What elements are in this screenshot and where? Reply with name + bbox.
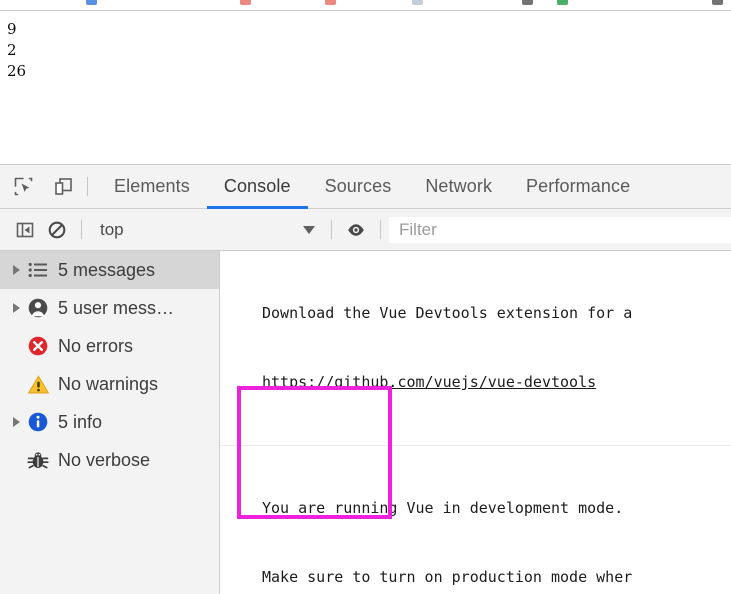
console-message-vue-devtools[interactable]: Download the Vue Devtools extension for … <box>220 251 731 446</box>
console-toolbar-divider <box>81 220 82 239</box>
sidebar-item-label: 5 info <box>58 411 103 432</box>
sidebar-item-label: No verbose <box>58 449 151 470</box>
browser-chrome-cut-strip <box>0 0 731 11</box>
sidebar-item-errors[interactable]: No errors <box>0 327 219 365</box>
page-output-line: 26 <box>7 62 27 80</box>
sidebar-item-label: 5 user mess… <box>58 297 175 318</box>
tab-elements[interactable]: Elements <box>97 165 207 208</box>
console-toolbar-divider-2 <box>331 220 332 239</box>
console-message-list: Download the Vue Devtools extension for … <box>220 251 731 594</box>
page-output-line: 2 <box>7 41 17 59</box>
tab-label: Elements <box>114 176 190 196</box>
console-toolbar-divider-3 <box>380 220 381 239</box>
console-message-vue-dev-mode[interactable]: You are running Vue in development mode.… <box>220 446 731 594</box>
devtools-screenshot: 9 2 26 Elements Console Sources Network … <box>0 0 731 594</box>
disclosure-triangle-icon[interactable] <box>8 417 24 427</box>
warning-icon <box>24 374 52 395</box>
tab-label: Performance <box>526 176 631 196</box>
list-icon <box>24 262 52 278</box>
sidebar-item-verbose[interactable]: No verbose <box>0 441 219 479</box>
message-line: https://github.com/vuejs/vue-devtools <box>262 371 731 394</box>
execution-context-value: top <box>100 219 124 239</box>
devtools-tab-list: Elements Console Sources Network Perform… <box>97 165 647 209</box>
tab-performance[interactable]: Performance <box>509 165 647 208</box>
console-toolbar: top <box>0 209 731 251</box>
execution-context-select[interactable]: top <box>90 216 323 244</box>
sidebar-item-label: No warnings <box>58 373 159 394</box>
sidebar-item-user-messages[interactable]: 5 user mess… <box>0 289 219 327</box>
clear-console-icon[interactable] <box>41 216 73 244</box>
console-sidebar-toggle-icon[interactable] <box>9 216 41 244</box>
error-icon <box>24 335 52 357</box>
tab-label: Console <box>223 176 291 196</box>
user-icon <box>24 297 52 319</box>
disclosure-triangle-icon[interactable] <box>8 265 24 275</box>
message-line: Make sure to turn on production mode whe… <box>262 568 633 586</box>
console-body: 5 messages 5 user mess… No errors No war… <box>0 251 731 594</box>
console-sidebar: 5 messages 5 user mess… No errors No war… <box>0 251 220 594</box>
chrome-icon-gray <box>412 0 423 5</box>
tab-label: Sources <box>324 176 392 196</box>
chrome-icon-blue <box>86 0 97 5</box>
chrome-icon-red-a <box>240 0 251 5</box>
tab-label: Network <box>425 176 493 196</box>
chrome-icon-red-b <box>325 0 336 5</box>
devtools-tabbar: Elements Console Sources Network Perform… <box>0 165 731 209</box>
chrome-icon-green <box>557 0 568 5</box>
device-toolbar-icon[interactable] <box>46 172 80 202</box>
message-line: Download the Vue Devtools extension for … <box>262 304 633 322</box>
chrome-icon-dark-right <box>712 0 723 5</box>
sidebar-item-warnings[interactable]: No warnings <box>0 365 219 403</box>
sidebar-item-label: 5 messages <box>58 259 156 280</box>
tab-network[interactable]: Network <box>408 165 509 208</box>
live-expression-eye-icon[interactable] <box>340 216 372 244</box>
page-output-values: 9 2 26 <box>7 19 26 82</box>
chrome-icon-dark <box>522 0 533 5</box>
sidebar-item-messages[interactable]: 5 messages <box>0 251 219 289</box>
sidebar-item-info[interactable]: 5 info <box>0 403 219 441</box>
bug-icon <box>24 450 52 470</box>
info-icon <box>24 411 52 433</box>
toolbar-divider <box>87 177 88 196</box>
tab-console[interactable]: Console <box>206 165 308 209</box>
chrome-bottom-rule <box>0 10 731 11</box>
page-output-line: 9 <box>7 20 17 38</box>
web-page-content: 9 2 26 <box>0 0 731 164</box>
inspect-element-icon[interactable] <box>6 172 40 202</box>
message-line: You are running Vue in development mode. <box>262 499 624 517</box>
tab-sources[interactable]: Sources <box>308 165 409 208</box>
message-link[interactable]: https://github.com/vuejs/vue-devtools <box>262 373 596 391</box>
disclosure-triangle-icon[interactable] <box>8 303 24 313</box>
devtools-panel: Elements Console Sources Network Perform… <box>0 164 731 594</box>
chevron-down-icon <box>303 225 315 234</box>
console-filter-input[interactable] <box>389 216 731 243</box>
sidebar-item-label: No errors <box>58 335 134 356</box>
